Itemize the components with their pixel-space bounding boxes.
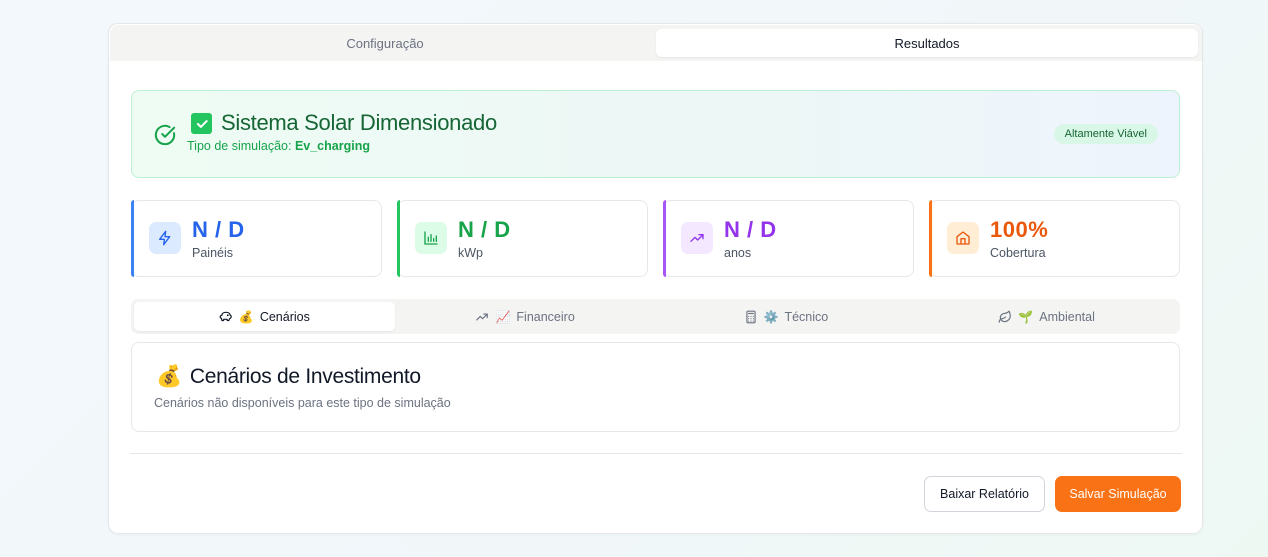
results-subtabs: 💰 Cenários 📈 Financeiro ⚙️ Técnico 🌱 Amb… <box>131 299 1180 334</box>
stat-label: Cobertura <box>990 246 1046 260</box>
money-bag-icon: 💰 <box>238 309 254 324</box>
stat-card-panels: N / D Painéis <box>131 200 382 277</box>
checkbox-icon <box>191 113 212 134</box>
trending-up-icon <box>476 313 489 320</box>
results-card: Configuração Resultados Sistema Solar Di… <box>108 23 1203 534</box>
main-tabs: Configuração Resultados <box>110 25 1202 61</box>
money-bag-icon: 💰 <box>156 365 182 388</box>
tab-tecnico[interactable]: ⚙️ Técnico <box>656 302 917 331</box>
calculator-icon <box>745 310 756 323</box>
tab-ambiental[interactable]: 🌱 Ambiental <box>916 302 1177 331</box>
zap-icon <box>149 222 181 254</box>
home-icon <box>947 222 979 254</box>
piggy-bank-icon <box>219 311 232 321</box>
divider <box>130 453 1182 454</box>
tab-cenarios[interactable]: 💰 Cenários <box>134 302 395 331</box>
stat-card-coverage: 100% Cobertura <box>929 200 1180 277</box>
simulation-type-value: Ev_charging <box>294 139 370 153</box>
stat-label: Painéis <box>192 246 233 260</box>
stat-value: N / D <box>192 217 245 242</box>
circle-check-icon <box>154 124 176 146</box>
trending-up-icon <box>681 222 713 254</box>
tab-label: Financeiro <box>516 309 575 324</box>
stat-card-payback: N / D anos <box>663 200 914 277</box>
panel-title-text: Cenários de Investimento <box>189 365 421 388</box>
tab-label: Ambiental <box>1039 309 1095 324</box>
bar-chart-icon <box>415 222 447 254</box>
stat-value: 100% <box>990 217 1049 242</box>
seedling-icon: 🌱 <box>1018 309 1034 324</box>
panel-title: 💰 Cenários de Investimento <box>156 365 421 389</box>
stat-label: anos <box>724 246 752 260</box>
download-report-button[interactable]: Baixar Relatório <box>924 476 1045 512</box>
banner-subtitle: Tipo de simulação: Ev_charging <box>187 139 370 153</box>
save-simulation-button[interactable]: Salvar Simulação <box>1055 476 1181 512</box>
panel-description: Cenários não disponíveis para este tipo … <box>154 396 451 410</box>
scenarios-panel: 💰 Cenários de Investimento Cenários não … <box>131 342 1180 432</box>
simulation-type-label: Tipo de simulação: <box>187 139 292 153</box>
tab-configuracao[interactable]: Configuração <box>114 29 656 57</box>
gear-icon: ⚙️ <box>763 309 779 324</box>
stat-value: N / D <box>458 217 511 242</box>
tab-financeiro[interactable]: 📈 Financeiro <box>395 302 656 331</box>
stat-value: N / D <box>724 217 777 242</box>
stat-card-kwp: N / D kWp <box>397 200 648 277</box>
tab-label: Técnico <box>784 309 829 324</box>
leaf-icon <box>998 310 1012 323</box>
stat-label: kWp <box>458 246 483 260</box>
tab-resultados[interactable]: Resultados <box>656 29 1198 57</box>
viability-badge: Altamente Viável <box>1053 124 1158 144</box>
chart-increasing-icon: 📈 <box>495 309 511 324</box>
tab-label: Cenários <box>259 309 310 324</box>
success-banner: Sistema Solar Dimensionado Tipo de simul… <box>131 90 1180 178</box>
banner-title: Sistema Solar Dimensionado <box>221 110 497 135</box>
